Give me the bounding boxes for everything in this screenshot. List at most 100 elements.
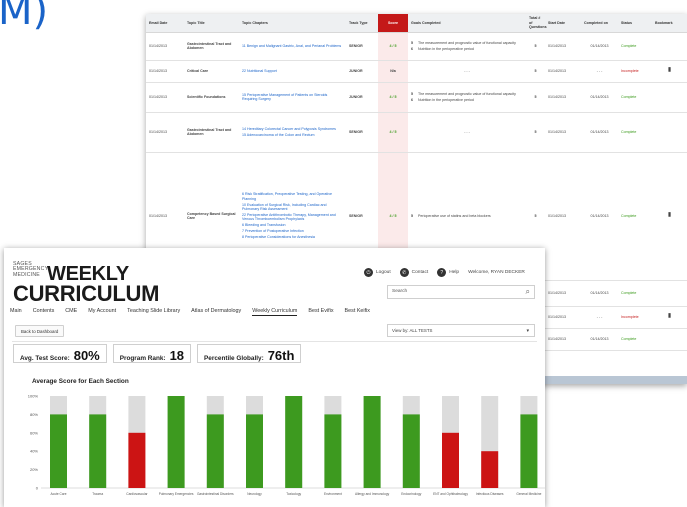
status-badge: Complete — [621, 290, 637, 295]
start-date-cell: 01/14/2013 — [545, 280, 581, 307]
contact-label: Contact — [411, 270, 429, 275]
corner-glyph: M) — [0, 0, 49, 34]
chapter-link[interactable]: 11 Benign and Malignant Gastric, Anal, a… — [242, 44, 343, 48]
total-questions: 5 — [534, 94, 537, 99]
back-to-dashboard-button[interactable]: Back to Dashboard — [15, 325, 65, 337]
goal-number: 6 — [411, 97, 413, 102]
logout-link[interactable]: ⏻ Logout — [364, 268, 391, 277]
col-completed-on[interactable]: Completed on — [581, 14, 618, 33]
nav-item-cme[interactable]: CME — [65, 308, 77, 316]
chapter-link[interactable]: 8 Perioperative Considerations for Anest… — [242, 235, 343, 239]
stat-box: Percentile Globally: 76th — [197, 344, 302, 363]
completed-on-cell: 01/14/2013 — [581, 280, 618, 307]
completed-on-cell: 01/14/2013 — [581, 82, 618, 113]
nav-item-best-evifix[interactable]: Best Evifix — [308, 308, 333, 316]
start-date-cell: 01/14/2013 — [545, 328, 581, 351]
nav-item-contents[interactable]: Contents — [33, 308, 55, 316]
bookmark-cell[interactable] — [652, 112, 687, 153]
x-tick-label: Pulmonary Emergencies — [159, 492, 194, 496]
chapter-link[interactable]: 22 Nutritional Support — [242, 69, 343, 73]
col-start-date[interactable]: Start Date — [545, 14, 581, 33]
chapter-link[interactable]: 14 Hereditary Colorectal Cancer and Poly… — [242, 127, 343, 131]
stat-value: 80% — [73, 348, 100, 363]
topic-chapters-cell: 14 Hereditary Colorectal Cancer and Poly… — [239, 112, 346, 153]
completed-on-cell: 01/14/2013 — [581, 328, 618, 351]
y-tick-label: 40% — [30, 449, 38, 454]
nav-item-main[interactable]: Main — [10, 308, 22, 316]
x-tick-label: Trauma — [92, 492, 103, 496]
email-date: 01/14/2013 — [149, 213, 167, 218]
topic-title: Gastrointestinal Tract and Abdomen — [187, 127, 232, 136]
col-topic-title[interactable]: Topic Title — [184, 14, 239, 33]
bookmark-icon[interactable]: ▮ — [668, 67, 671, 73]
bookmark-icon[interactable]: ▮ — [668, 212, 671, 218]
topic-chapters-cell: 15 Perioperative Management of Patients … — [239, 82, 346, 113]
bookmark-cell[interactable]: ▮ — [652, 306, 687, 329]
bookmark-cell[interactable] — [652, 82, 687, 113]
chapter-link[interactable]: 10 Evaluation of Surgical Risk, Includin… — [242, 203, 343, 212]
col-track-type[interactable]: Track Type — [346, 14, 378, 33]
completed-on: 01/14/2013 — [590, 129, 609, 134]
nav-item-best-keifix[interactable]: Best Keifix — [345, 308, 370, 316]
col-score[interactable]: Score — [378, 14, 408, 33]
chapter-link[interactable]: 6 Risk Stratification, Preoperative Test… — [242, 192, 343, 201]
chapter-link[interactable]: 15 Adenocarcinoma of the Colon and Rectu… — [242, 133, 343, 137]
completed-on-cell: 01/14/2013 — [581, 112, 618, 153]
chapter-link[interactable]: 6 Bleeding and Transfusion — [242, 223, 343, 227]
main-nav: Main Contents CME My Account Teaching Slide … — [10, 308, 370, 316]
email-date: 01/14/2013 — [149, 94, 167, 99]
chapter-link[interactable]: 22 Perioperative Antithrombotic Therapy,… — [242, 213, 343, 222]
col-total-questions[interactable]: Total # of Questions — [526, 14, 547, 33]
dashboard-panel: SAGES EMERGENCY MEDICINE WEEKLY CURRICUL… — [4, 248, 545, 507]
chapter-link[interactable]: 15 Perioperative Management of Patients … — [242, 93, 343, 102]
bookmark-cell[interactable]: ▮ — [652, 60, 687, 83]
topic-title-cell: Scientific Foundations — [184, 82, 239, 113]
nav-item-teaching-slide-library[interactable]: Teaching Slide Library — [127, 308, 180, 316]
chapter-link[interactable]: 7 Prevention of Postoperative Infection — [242, 229, 343, 233]
total-questions-cell: 5 — [526, 82, 545, 113]
bar — [324, 414, 342, 488]
status-badge: Incomplete — [621, 68, 639, 73]
completed-on-cell: - - - — [581, 306, 618, 329]
search-icon[interactable]: ⌕ — [526, 287, 530, 297]
bookmark-cell[interactable] — [652, 280, 687, 307]
nav-item-weekly-curriculum[interactable]: Weekly Curriculum — [252, 308, 298, 316]
bookmark-cell[interactable]: ▮ — [652, 152, 687, 281]
weekly-curriculum-logo[interactable]: SAGES EMERGENCY MEDICINE WEEKLY CURRICUL… — [13, 261, 163, 306]
chart-title: Average Score for Each Section — [32, 378, 129, 385]
completed-on: 01/14/2013 — [590, 94, 609, 99]
col-bookmark[interactable]: Bookmark — [652, 14, 687, 33]
email-date: 01/14/2013 — [149, 129, 167, 134]
x-tick-label: Cardiovascular — [126, 492, 148, 496]
start-date-cell: 01/14/2013 — [545, 112, 581, 153]
goal-text: - - - — [464, 68, 470, 73]
view-by-select[interactable]: View by: ALL TESTS ▼ — [387, 324, 535, 337]
stat-label: Program Rank: — [119, 355, 166, 362]
search-input[interactable]: Search ⌕ — [387, 285, 535, 299]
bar — [206, 414, 224, 488]
bookmark-icon[interactable]: ▮ — [668, 313, 671, 319]
col-goals-completed[interactable]: Goals Completed — [408, 14, 526, 33]
goal-number: 5 — [411, 41, 413, 46]
nav-item-atlas-of-dermatology[interactable]: Atlas of Dermatology — [191, 308, 241, 316]
bar — [128, 432, 146, 488]
email-date: 01/14/2013 — [149, 43, 167, 48]
total-questions: 5 — [534, 213, 537, 218]
stat-box: Program Rank: 18 — [112, 344, 192, 363]
col-topic-chapters[interactable]: Topic Chapters — [239, 14, 346, 33]
completed-on: - - - — [596, 68, 603, 73]
contact-link[interactable]: ✆ Contact — [399, 268, 429, 277]
bookmark-cell[interactable] — [652, 328, 687, 351]
start-date: 01/14/2013 — [548, 314, 566, 319]
col-status[interactable]: Status — [618, 14, 652, 33]
search-placeholder: Search — [392, 289, 408, 294]
nav-item-my-account[interactable]: My Account — [88, 308, 116, 316]
start-date-cell: 01/14/2013 — [545, 32, 581, 61]
email-date-cell: 01/14/2013 — [146, 60, 184, 83]
help-link[interactable]: ? Help — [437, 268, 459, 277]
bookmark-cell[interactable] — [652, 32, 687, 61]
col-email-date[interactable]: Email Date — [146, 14, 184, 33]
goal-number: 5 — [411, 92, 413, 97]
topic-title: Critical Care — [187, 68, 209, 73]
start-date: 01/14/2013 — [548, 336, 566, 341]
